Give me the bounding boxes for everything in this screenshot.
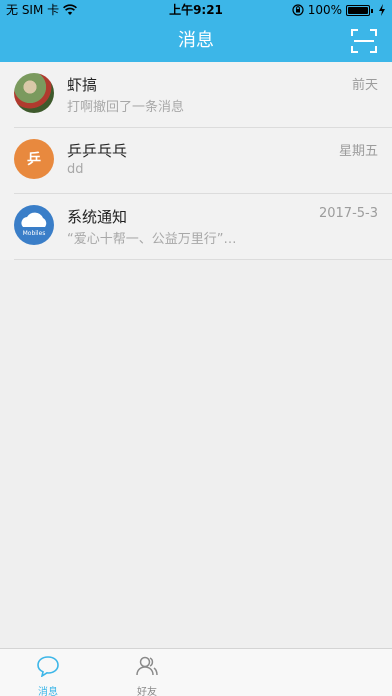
conversation-time: 前天 bbox=[351, 78, 378, 93]
avatar-cloud-label: Mobiles bbox=[23, 230, 46, 237]
battery-icon bbox=[346, 4, 373, 16]
top-bar: 无 SIM 卡 上午9:21 100% 消息 bbox=[0, 0, 392, 62]
avatar: Mobiles bbox=[14, 205, 54, 245]
rotation-lock-icon bbox=[292, 4, 304, 16]
messages-screen: 无 SIM 卡 上午9:21 100% 消息 虾搞 打啊撤回了一条消息 前天 乒… bbox=[0, 0, 392, 696]
tab-friends[interactable]: 好友 bbox=[115, 649, 179, 696]
cloud-icon: Mobiles bbox=[21, 212, 47, 237]
avatar: 乒 bbox=[14, 139, 54, 179]
page-title: 消息 bbox=[178, 30, 214, 51]
tab-label: 消息 bbox=[38, 687, 58, 696]
conversation-name: 系统通知 bbox=[67, 208, 128, 226]
conversation-preview: 打啊撤回了一条消息 bbox=[67, 100, 185, 115]
tab-messages[interactable]: 消息 bbox=[16, 649, 80, 696]
empty-area bbox=[0, 260, 392, 648]
chat-bubble-icon bbox=[37, 656, 59, 677]
conversation-row[interactable]: 乒 乒乒乓乓 dd 星期五 bbox=[0, 128, 392, 194]
conversation-time: 2017-5-3 bbox=[318, 206, 378, 221]
contacts-icon bbox=[136, 656, 158, 676]
battery-percent: 100% bbox=[307, 3, 342, 17]
tab-bar: 消息 好友 bbox=[0, 648, 392, 696]
conversation-preview: dd bbox=[67, 162, 84, 177]
conversation-row[interactable]: Mobiles 系统通知 “爱心十帮一、公益万里行”… 2017-5-3 bbox=[0, 194, 392, 260]
conversation-preview: “爱心十帮一、公益万里行”… bbox=[67, 232, 237, 247]
conversation-time: 星期五 bbox=[338, 144, 378, 159]
conversation-name: 乒乒乓乓 bbox=[67, 142, 128, 160]
scan-icon[interactable] bbox=[350, 28, 378, 54]
avatar bbox=[14, 73, 54, 113]
avatar-initial: 乒 bbox=[27, 152, 41, 168]
conversation-name: 虾搞 bbox=[67, 76, 98, 94]
conversation-list: 虾搞 打啊撤回了一条消息 前天 乒 乒乒乓乓 dd 星期五 Mobiles 系统… bbox=[0, 62, 392, 260]
conversation-row[interactable]: 虾搞 打啊撤回了一条消息 前天 bbox=[0, 62, 392, 128]
charging-bolt-icon bbox=[379, 4, 385, 16]
status-bar: 无 SIM 卡 上午9:21 100% bbox=[0, 0, 392, 20]
tab-label: 好友 bbox=[137, 687, 157, 696]
